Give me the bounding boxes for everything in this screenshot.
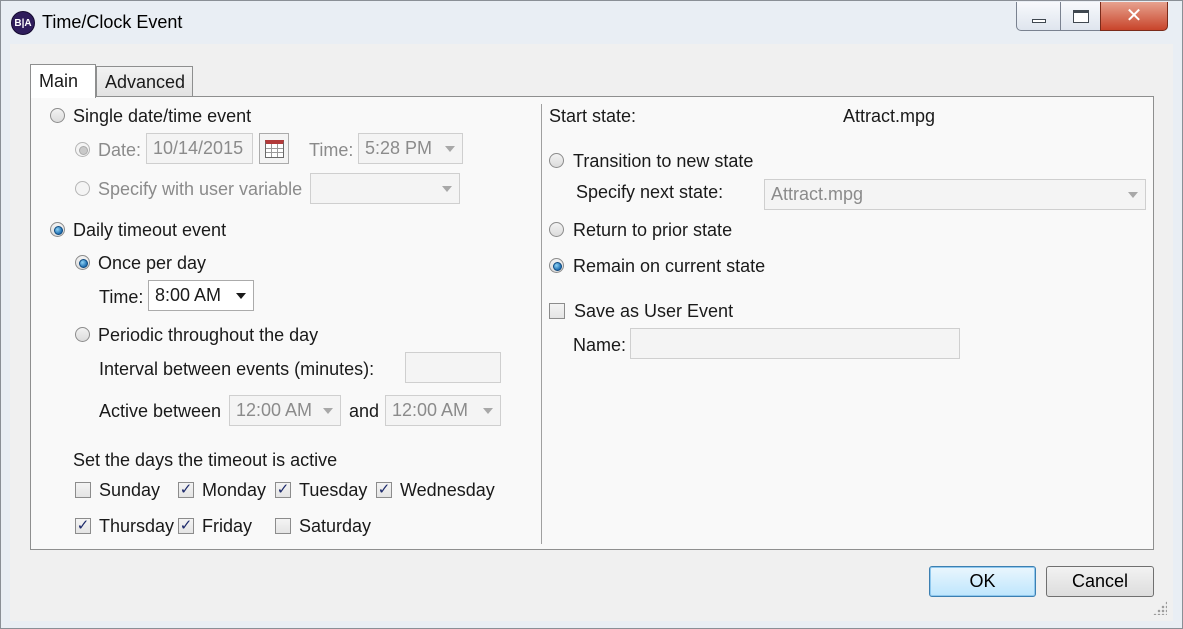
friday-label: Friday <box>202 516 253 536</box>
return-prior-radio[interactable] <box>549 222 564 237</box>
close-button[interactable]: ✕ <box>1100 2 1168 31</box>
single-time-select[interactable]: 5:28 PM <box>358 133 463 164</box>
name-input[interactable] <box>630 328 960 359</box>
once-per-day-radio[interactable] <box>75 255 90 270</box>
next-state-value: Attract.mpg <box>771 184 864 204</box>
save-user-event-label: Save as User Event <box>574 301 734 321</box>
tuesday-checkbox[interactable]: ✓ <box>275 482 291 498</box>
active-to-value: 12:00 AM <box>392 400 469 420</box>
chevron-down-icon <box>236 293 246 299</box>
resize-grip-icon[interactable] <box>1153 601 1167 615</box>
wednesday-label: Wednesday <box>400 480 495 500</box>
daily-time-label: Time: <box>99 287 144 307</box>
chevron-down-icon <box>323 408 333 414</box>
column-divider <box>541 104 542 544</box>
next-state-select[interactable]: Attract.mpg <box>764 179 1146 210</box>
chevron-down-icon <box>483 408 493 414</box>
chevron-down-icon <box>442 186 452 192</box>
tab-main[interactable]: Main <box>30 64 96 98</box>
single-event-radio[interactable] <box>50 108 65 123</box>
remain-current-label: Remain on current state <box>573 256 766 276</box>
minimize-button[interactable] <box>1016 2 1061 31</box>
main-tab-panel: Single date/time event Date: 10/14/2015 … <box>30 96 1154 550</box>
once-per-day-label: Once per day <box>98 253 207 273</box>
tab-main-label: Main <box>39 71 79 91</box>
daily-time-value: 8:00 AM <box>155 285 222 305</box>
calendar-button[interactable] <box>259 133 289 164</box>
interval-input[interactable] <box>405 352 501 383</box>
tab-advanced[interactable]: Advanced <box>96 66 193 97</box>
tuesday-label: Tuesday <box>299 480 368 500</box>
daily-time-select[interactable]: 8:00 AM <box>148 280 254 311</box>
monday-label: Monday <box>202 480 267 500</box>
cancel-button[interactable]: Cancel <box>1046 566 1154 597</box>
periodic-label: Periodic throughout the day <box>98 325 319 345</box>
window-title: Time/Clock Event <box>42 12 183 32</box>
thursday-label: Thursday <box>99 516 175 536</box>
friday-checkbox[interactable]: ✓ <box>178 518 194 534</box>
transition-label: Transition to new state <box>573 151 754 171</box>
interval-label: Interval between events (minutes): <box>99 359 375 379</box>
dialog-window: B|A Time/Clock Event ✕ Main Advanced Sin… <box>0 0 1183 629</box>
active-between-label: Active between <box>99 401 222 421</box>
monday-checkbox[interactable]: ✓ <box>178 482 194 498</box>
transition-radio[interactable] <box>549 153 564 168</box>
maximize-button[interactable] <box>1060 2 1101 31</box>
active-from-value: 12:00 AM <box>236 400 313 420</box>
daily-event-label: Daily timeout event <box>73 220 227 240</box>
daily-event-radio[interactable] <box>50 222 65 237</box>
single-event-label: Single date/time event <box>73 106 252 126</box>
date-field[interactable]: 10/14/2015 <box>146 133 253 164</box>
date-label: Date: <box>98 140 142 160</box>
thursday-checkbox[interactable]: ✓ <box>75 518 91 534</box>
calendar-icon <box>265 140 284 158</box>
date-radio[interactable] <box>75 142 90 157</box>
saturday-checkbox[interactable] <box>275 518 291 534</box>
days-heading: Set the days the timeout is active <box>73 450 338 470</box>
start-state-value: Attract.mpg <box>843 106 936 126</box>
name-label: Name: <box>573 335 627 355</box>
start-state-label: Start state: <box>549 106 637 126</box>
single-time-label: Time: <box>309 140 354 160</box>
wednesday-checkbox[interactable]: ✓ <box>376 482 392 498</box>
and-label: and <box>349 401 380 421</box>
ok-button[interactable]: OK <box>929 566 1036 597</box>
active-from-select[interactable]: 12:00 AM <box>229 395 341 426</box>
remain-current-radio[interactable] <box>549 258 564 273</box>
saturday-label: Saturday <box>299 516 372 536</box>
title-bar[interactable]: B|A Time/Clock Event ✕ <box>1 1 1182 45</box>
user-variable-label: Specify with user variable <box>98 179 303 199</box>
close-icon: ✕ <box>1125 5 1143 27</box>
active-to-select[interactable]: 12:00 AM <box>385 395 501 426</box>
next-state-label: Specify next state: <box>576 182 724 202</box>
sunday-checkbox[interactable] <box>75 482 91 498</box>
save-user-event-checkbox[interactable] <box>549 303 565 319</box>
user-variable-radio[interactable] <box>75 181 90 196</box>
single-time-value: 5:28 PM <box>365 138 433 158</box>
tab-advanced-label: Advanced <box>105 71 186 92</box>
user-variable-select[interactable] <box>310 173 460 204</box>
sunday-label: Sunday <box>99 480 161 500</box>
chevron-down-icon <box>1128 192 1138 198</box>
return-prior-label: Return to prior state <box>573 220 733 240</box>
maximize-icon <box>1072 9 1089 23</box>
periodic-radio[interactable] <box>75 327 90 342</box>
minimize-icon <box>1031 19 1046 23</box>
chevron-down-icon <box>445 146 455 152</box>
app-icon: B|A <box>11 11 35 35</box>
dialog-client-area: Main Advanced Single date/time event Dat… <box>10 44 1173 621</box>
